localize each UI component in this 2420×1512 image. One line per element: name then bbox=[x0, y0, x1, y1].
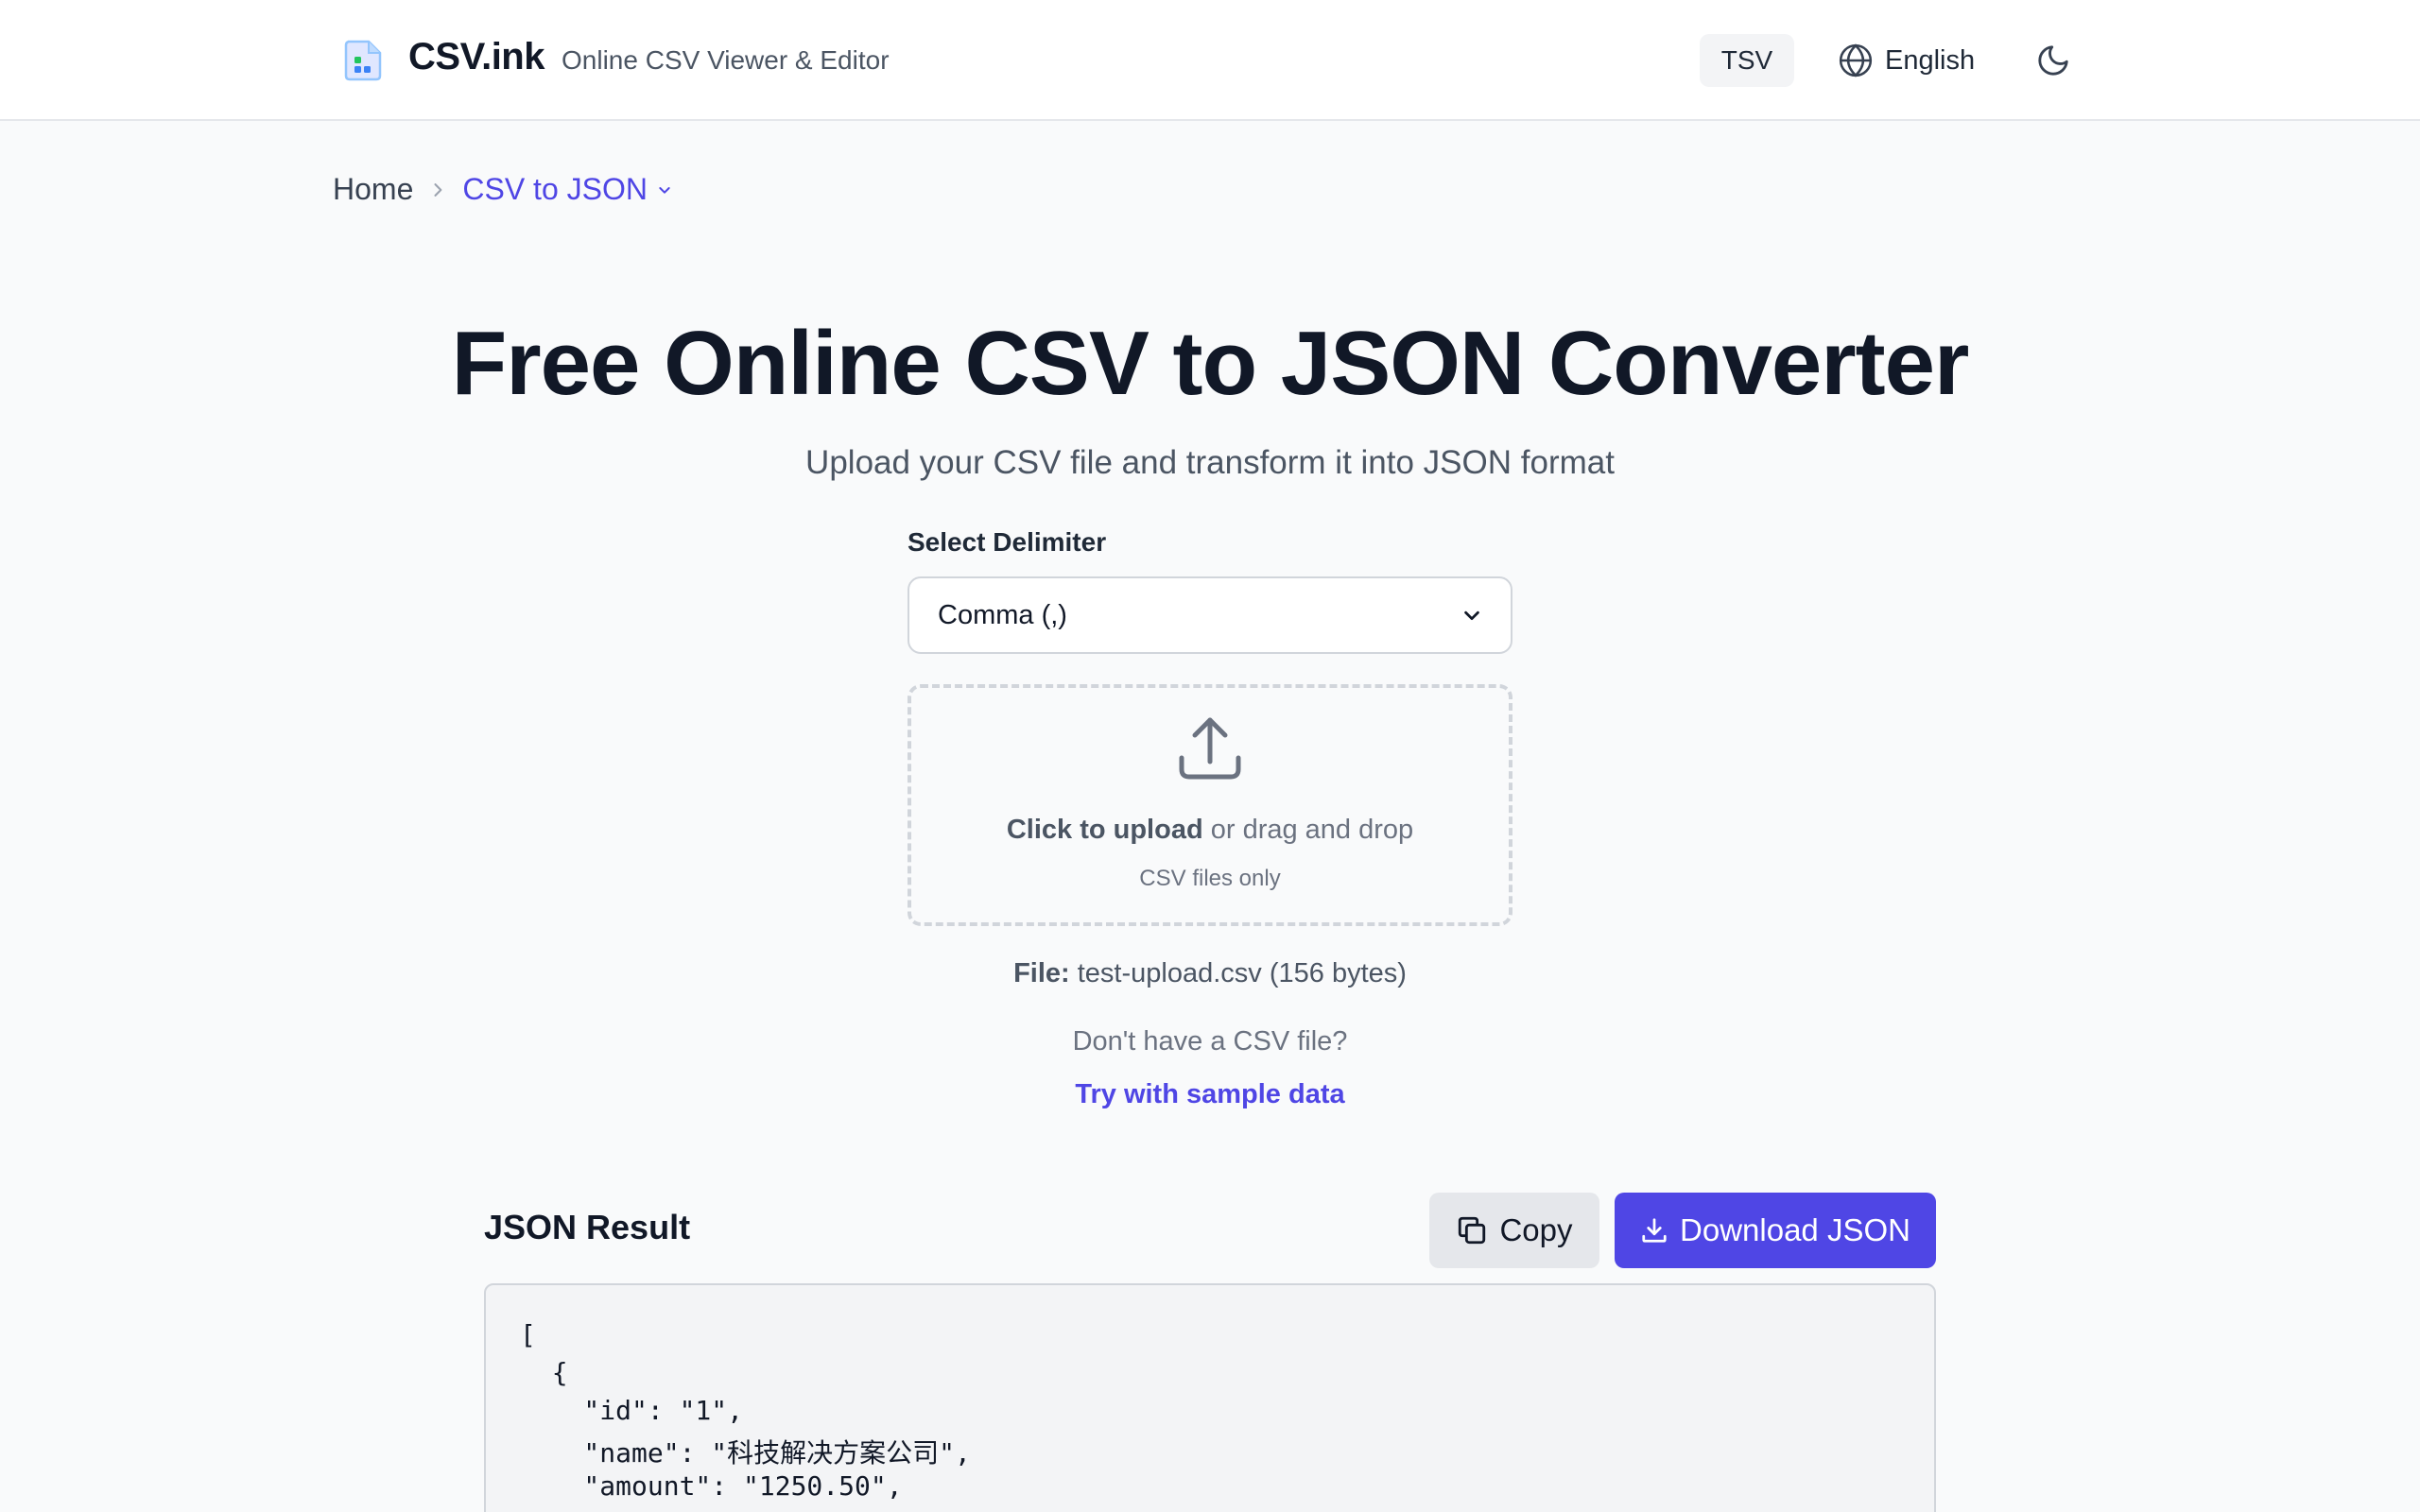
json-result-title: JSON Result bbox=[484, 1208, 691, 1246]
tsv-label: TSV bbox=[1720, 45, 1773, 75]
code-line: "name": "科技解决方案公司", bbox=[520, 1437, 971, 1469]
upload-icon bbox=[1179, 717, 1241, 780]
brand-name[interactable]: CSV.ink bbox=[408, 36, 544, 78]
dropzone-hint: CSV files only bbox=[1139, 866, 1281, 891]
drag-drop-text: or drag and drop bbox=[1202, 815, 1414, 845]
copy-icon bbox=[1459, 1216, 1486, 1245]
download-label: Download JSON bbox=[1680, 1212, 1910, 1247]
file-dropzone[interactable]: Click to upload or drag and drop CSV fil… bbox=[908, 684, 1512, 926]
breadcrumb-current-dropdown[interactable]: CSV to JSON bbox=[462, 172, 672, 207]
chevron-down-icon bbox=[659, 186, 670, 194]
spreadsheet-file-icon[interactable] bbox=[342, 38, 384, 81]
code-line: "id": "1", bbox=[520, 1395, 744, 1426]
language-label: English bbox=[1885, 44, 1976, 76]
delimiter-select[interactable]: Comma (,) bbox=[908, 576, 1512, 654]
no-csv-prompt: Don't have a CSV file? bbox=[1072, 1026, 1348, 1057]
breadcrumb-home-link[interactable]: Home bbox=[333, 172, 413, 207]
delimiter-selected-value: Comma (,) bbox=[938, 599, 1067, 630]
breadcrumb-current-label: CSV to JSON bbox=[462, 172, 648, 206]
globe-icon bbox=[1839, 43, 1873, 77]
json-output[interactable]: [ { "id": "1", "name": "科技解决方案公司", "amou… bbox=[484, 1283, 1936, 1512]
brand-tagline: Online CSV Viewer & Editor bbox=[562, 45, 890, 75]
file-label: File: bbox=[1013, 958, 1070, 988]
download-json-button[interactable]: Download JSON bbox=[1615, 1193, 1936, 1268]
try-sample-data-link[interactable]: Try with sample data bbox=[0, 1079, 2420, 1110]
copy-label: Copy bbox=[1499, 1212, 1573, 1247]
code-line: [ bbox=[520, 1319, 536, 1350]
page-title: Free Online CSV to JSON Converter bbox=[451, 313, 1970, 414]
download-icon bbox=[1642, 1218, 1667, 1243]
theme-toggle-button[interactable] bbox=[2032, 38, 2074, 83]
click-to-upload-text: Click to upload bbox=[1006, 815, 1203, 845]
delimiter-label: Select Delimiter bbox=[908, 527, 1107, 557]
file-info: File: test-upload.csv (156 bytes) bbox=[0, 958, 2420, 989]
chevron-down-icon bbox=[1464, 610, 1479, 621]
chevron-right-icon bbox=[428, 180, 447, 199]
tsv-button[interactable]: TSV bbox=[1700, 34, 1794, 87]
page-subtitle: Upload your CSV file and transform it in… bbox=[805, 444, 1615, 481]
top-header: CSV.ink Online CSV Viewer & Editor TSV E… bbox=[0, 0, 2420, 121]
breadcrumb: Home CSV to JSON bbox=[333, 172, 672, 207]
language-selector[interactable]: English bbox=[1838, 34, 1975, 87]
file-value: test-upload.csv (156 bytes) bbox=[1077, 958, 1407, 988]
dropzone-text: Click to upload or drag and drop bbox=[911, 815, 1509, 846]
moon-icon bbox=[2038, 45, 2068, 76]
code-line: { bbox=[520, 1357, 568, 1388]
copy-button[interactable]: Copy bbox=[1429, 1193, 1599, 1268]
code-line: "amount": "1250.50", bbox=[520, 1470, 903, 1502]
